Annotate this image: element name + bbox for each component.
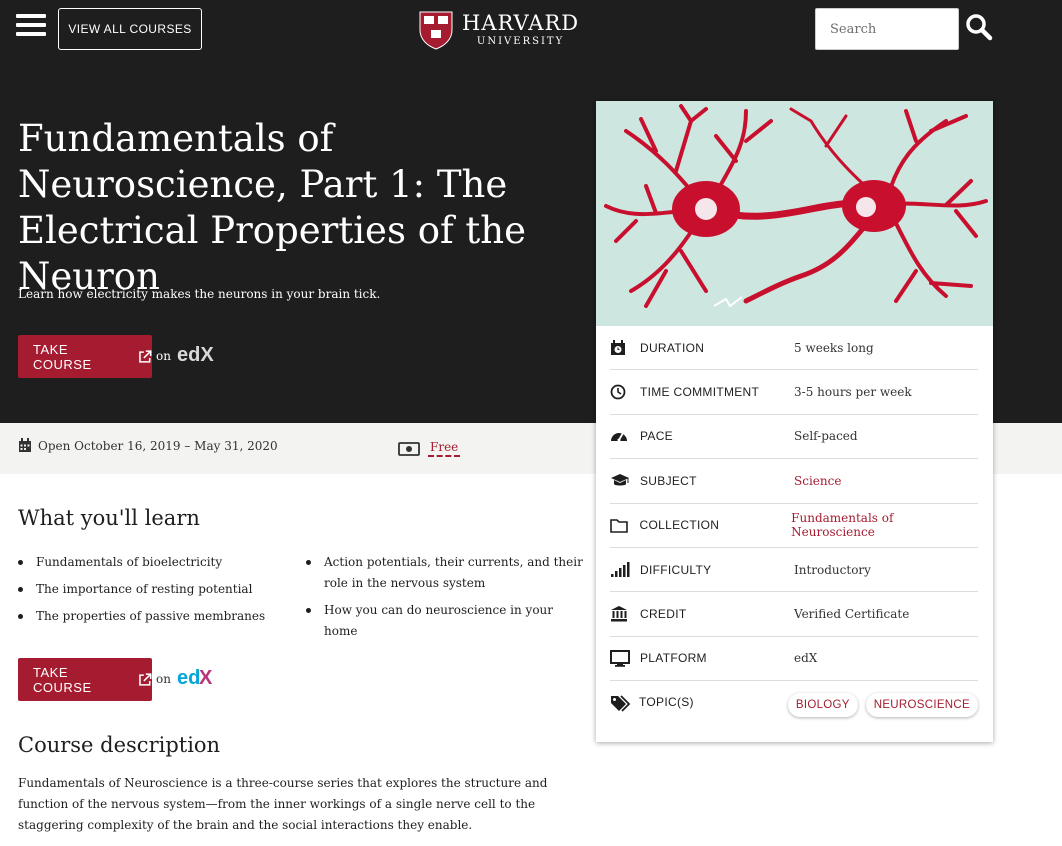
graduation-cap-icon	[610, 473, 640, 489]
open-dates-text: Open October 16, 2019 – May 31, 2020	[38, 438, 278, 453]
learn-heading: What you'll learn	[18, 506, 200, 530]
fact-label: TOPIC(S)	[639, 695, 694, 710]
collection-link[interactable]: Fundamentals of Neuroscience	[791, 511, 978, 539]
learn-list-left: Fundamentals of bioelectricity The impor…	[18, 552, 288, 633]
learn-list-right: Action potentials, their currents, and t…	[306, 552, 584, 648]
tags-icon	[610, 695, 639, 713]
description-text: Fundamentals of Neuroscience is a three-…	[18, 776, 548, 832]
fact-label: CREDIT	[640, 607, 687, 622]
course-title: Fundamentals of Neuroscience, Part 1: Th…	[18, 117, 527, 298]
fact-value: 3-5 hours per week	[794, 385, 912, 400]
harvard-logo[interactable]: HARVARD UNIVERSITY	[418, 8, 588, 52]
fact-label: DURATION	[640, 340, 705, 355]
search-input[interactable]	[815, 8, 959, 50]
list-item: How you can do neuroscience in your home	[306, 600, 584, 642]
topic-tags: BIOLOGY NEUROSCIENCE	[787, 693, 978, 718]
monitor-icon	[610, 649, 640, 667]
fact-value: edX	[794, 651, 818, 666]
take-course-label: TAKE COURSE	[33, 664, 92, 695]
fact-pace: PACE Self-paced	[610, 415, 978, 460]
edx-logo-icon[interactable]: edX	[176, 343, 222, 365]
fact-time-commitment: TIME COMMITMENT 3-5 hours per week	[610, 370, 978, 415]
take-course-button[interactable]: TAKE COURSE	[18, 335, 152, 378]
calendar-clock-icon	[610, 339, 640, 356]
view-all-courses-button[interactable]: VIEW ALL COURSES	[58, 8, 202, 50]
fact-topics: TOPIC(S) BIOLOGY NEUROSCIENCE	[610, 681, 978, 741]
hamburger-menu-icon[interactable]	[16, 14, 46, 42]
fact-credit: CREDIT Verified Certificate	[610, 592, 978, 637]
signal-bars-icon	[610, 561, 640, 578]
fact-label: PLATFORM	[640, 651, 707, 666]
price-link[interactable]: Free	[428, 440, 461, 457]
fact-label: DIFFICULTY	[640, 562, 712, 577]
list-item: The properties of passive membranes	[18, 606, 288, 627]
list-item: The importance of resting potential	[18, 579, 288, 600]
clock-icon	[610, 384, 640, 400]
external-link-icon	[139, 349, 152, 363]
fact-subject: SUBJECT Science	[610, 459, 978, 504]
fact-label: PACE	[640, 429, 673, 444]
topic-tag-neuroscience[interactable]: NEUROSCIENCE	[865, 693, 978, 718]
on-label: on	[156, 349, 171, 363]
fact-value: Verified Certificate	[794, 607, 910, 622]
edx-logo-icon[interactable]: ed X	[176, 666, 222, 688]
topic-tag-biology[interactable]: BIOLOGY	[787, 693, 858, 718]
fact-duration: DURATION 5 weeks long	[610, 326, 978, 371]
fact-value: Self-paced	[794, 429, 858, 444]
fact-value: Introductory	[794, 562, 871, 577]
svg-text:edX: edX	[177, 344, 214, 365]
fact-value: 5 weeks long	[794, 340, 874, 355]
open-dates: Open October 16, 2019 – May 31, 2020	[18, 438, 278, 453]
description-heading: Course description	[18, 733, 221, 757]
course-subtitle: Learn how electricity makes the neurons …	[18, 287, 381, 301]
fact-platform: PLATFORM edX	[610, 637, 978, 682]
institution-icon	[610, 606, 640, 622]
fact-difficulty: DIFFICULTY Introductory	[610, 548, 978, 593]
svg-text:X: X	[199, 667, 213, 688]
logo-subtitle: UNIVERSITY	[476, 36, 565, 47]
external-link-icon	[139, 672, 152, 686]
svg-text:ed: ed	[177, 667, 200, 688]
money-bill-icon	[398, 441, 420, 456]
logo-wordmark: HARVARD	[462, 11, 580, 35]
on-label: on	[156, 672, 171, 686]
fact-collection: COLLECTION Fundamentals of Neuroscience	[610, 504, 978, 548]
harvard-shield-icon	[419, 11, 453, 50]
gauge-icon	[610, 428, 640, 444]
calendar-icon	[19, 438, 31, 452]
course-details-card: DURATION 5 weeks long TIME COMMITMENT 3-…	[596, 101, 993, 742]
fact-label: SUBJECT	[640, 473, 697, 488]
course-facts: DURATION 5 weeks long TIME COMMITMENT 3-…	[610, 326, 978, 741]
fact-label: COLLECTION	[639, 518, 720, 533]
take-course-label: TAKE COURSE	[33, 341, 92, 372]
folder-icon	[610, 518, 640, 533]
fact-label: TIME COMMITMENT	[640, 385, 760, 400]
price: Free	[398, 440, 461, 457]
list-item: Action potentials, their currents, and t…	[306, 552, 584, 594]
list-item: Fundamentals of bioelectricity	[18, 552, 288, 573]
take-course-button-2[interactable]: TAKE COURSE	[18, 658, 152, 701]
search-icon[interactable]	[964, 12, 998, 46]
neuron-illustration	[596, 101, 993, 326]
subject-link[interactable]: Science	[794, 474, 841, 488]
